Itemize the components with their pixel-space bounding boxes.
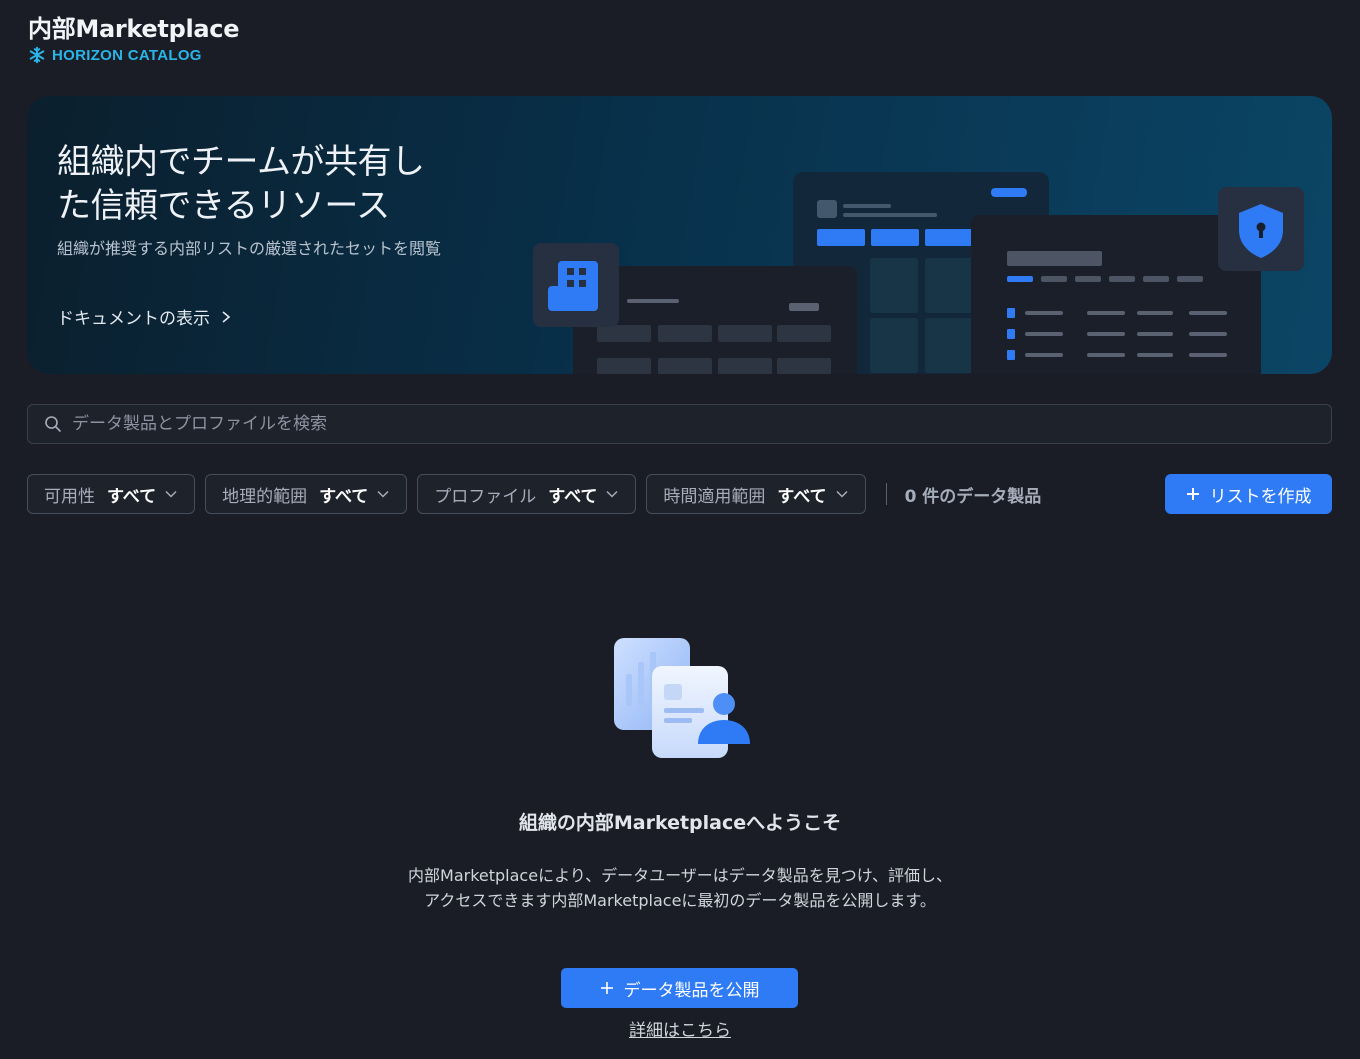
search-bar (27, 404, 1332, 444)
empty-state-description: 内部Marketplaceにより、データユーザーはデータ製品を見つけ、評価し、ア… (408, 866, 952, 910)
publish-data-product-label: データ製品を公開 (623, 980, 760, 1001)
hero-illustration (533, 172, 1304, 374)
brand-row: HORIZON CATALOG (28, 46, 239, 64)
learn-more-link[interactable]: 詳細はこちら (580, 1016, 780, 1041)
empty-state-title: 組織の内部Marketplaceへようこそ (518, 812, 842, 834)
search-input[interactable] (72, 414, 1272, 434)
filter-label: 時間適用範囲 (663, 486, 766, 507)
plus-icon (600, 982, 613, 994)
filter-divider (885, 483, 887, 505)
chevron-down-icon (606, 490, 618, 498)
filter-time-coverage[interactable]: 時間適用範囲 すべて (646, 474, 866, 514)
filter-value: すべて (777, 486, 827, 507)
filter-geographic-scope[interactable]: 地理的範囲 すべて (205, 474, 408, 514)
chevron-right-icon (222, 310, 231, 323)
view-docs-link[interactable]: ドキュメントの表示 (57, 304, 232, 329)
filter-availability[interactable]: 可用性 すべて (27, 474, 196, 514)
create-listing-label: リストを作成 (1209, 486, 1312, 507)
hero-banner: 組織内でチームが共有した信頼できるリソース 組織が推奨する内部リストの厳選された… (27, 96, 1332, 374)
page-title: 内部Marketplace (28, 15, 240, 43)
hero-subtitle: 組織が推奨する内部リストの厳選されたセットを閲覧 (57, 239, 442, 258)
filter-label: 可用性 (44, 486, 95, 507)
plus-icon (1186, 488, 1199, 500)
filter-value: すべて (107, 486, 157, 507)
filter-profile[interactable]: プロファイル すべて (417, 474, 637, 514)
search-icon (45, 416, 61, 432)
create-listing-button[interactable]: リストを作成 (1165, 474, 1332, 514)
filter-value: すべて (319, 486, 369, 507)
result-count: 0 件のデータ製品 (904, 486, 1042, 507)
filter-label: プロファイル (434, 486, 537, 507)
chevron-down-icon (836, 490, 848, 498)
chevron-down-icon (165, 490, 177, 498)
filter-label: 地理的範囲 (222, 486, 308, 507)
chevron-down-icon (377, 490, 389, 498)
snowflake-icon (29, 46, 45, 64)
app-header: 内部Marketplace HORIZON CATALOG (28, 14, 239, 64)
publish-data-product-button[interactable]: データ製品を公開 (561, 968, 798, 1008)
view-docs-label: ドキュメントの表示 (57, 309, 210, 329)
filter-value: すべて (548, 486, 598, 507)
brand-label: HORIZON CATALOG (52, 46, 202, 64)
filter-bar: 可用性 すべて 地理的範囲 すべて プロファイル すべて 時間適用範囲 すべて … (27, 474, 1041, 514)
hero-title: 組織内でチームが共有した信頼できるリソース (57, 142, 425, 226)
data-product-illustration (614, 638, 750, 758)
